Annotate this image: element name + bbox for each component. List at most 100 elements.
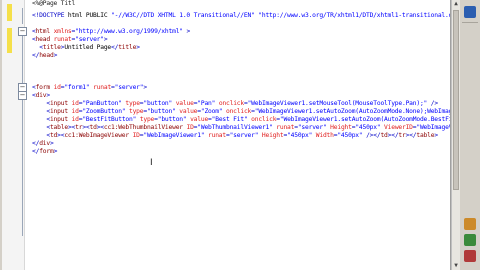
code-line[interactable]: </form> [32,148,57,156]
outline-line [22,8,23,24]
code-token: "Best Fit" [211,116,248,123]
code-token: "button" [157,116,187,123]
code-token: table [49,124,68,131]
editor-gutter: − − − [2,0,27,270]
code-token: "450px" [287,132,313,139]
code-token: runat [208,132,226,139]
code-token: "Zoom" [200,108,223,115]
code-editor[interactable]: − − − <%@Page Titl <!DOCTYPE html PUBLIC … [2,0,451,270]
code-token: "server" [229,132,259,139]
code-token: >< [82,124,90,131]
side-toolbar [460,0,480,270]
code-token: "http://www.w3.org/TR/xhtml1/DTD/xhtml1-… [258,12,451,19]
code-token: > [49,140,54,147]
code-token: "-//W3C//DTD XHTML 1.0 Transitional//EN" [111,12,255,19]
code-token: ></ [387,132,399,139]
code-token: "WebImageViewer1.setMouseTool(MouseToolT… [247,100,428,107]
code-line[interactable]: <title>Untitled Page</title> [32,44,140,52]
code-token: "button" [146,108,176,115]
code-token: input [49,116,68,123]
code-token: xmlns [53,28,72,35]
code-line[interactable]: <td><cc1:WebImageViewer ID="WebImageView… [32,132,438,140]
code-token: > [143,84,147,91]
code-token: "form1" [64,84,90,91]
code-line[interactable]: <input id="PanButton" type="button" valu… [32,100,438,108]
scroll-up-icon[interactable] [464,6,476,18]
collapse-div-icon[interactable]: − [18,91,27,100]
scroll-up-arrow-icon[interactable]: ▲ [452,0,460,8]
code-token: "ZoomButton" [82,108,126,115]
code-token: "WebImageViewer1.setAutoZoom(AutoZoomMod… [279,116,451,123]
code-token: "Pan" [197,100,216,107]
scroll-down-arrow-icon[interactable]: ▼ [452,262,460,270]
code-token: id [71,108,79,115]
outline-line [22,36,23,236]
code-token: type [129,108,144,115]
code-token: td [380,132,388,139]
code-line[interactable]: <%@Page Titl [32,0,75,8]
code-token: "server" [114,84,144,91]
code-token: "WebImageViewer1" [143,132,205,139]
code-token: <!DOCTYPE [32,12,65,19]
code-token: title [42,44,61,51]
code-token: > [53,148,58,155]
code-token: > [53,52,58,59]
code-token: head [39,52,54,59]
code-token: "server" [297,124,327,131]
code-token: "button" [143,100,173,107]
code-line[interactable]: <!DOCTYPE html PUBLIC "-//W3C//DTD XHTML… [32,12,451,20]
code-token: id [71,100,79,107]
toolbox-icon[interactable] [464,234,476,246]
code-token: onclick [251,116,277,123]
code-token: <%@Page Titl [32,0,76,7]
code-token: input [49,108,68,115]
code-token: head [35,36,51,43]
code-token: ></ [405,132,417,139]
code-token: value [175,100,194,107]
code-line[interactable]: </div> [32,140,54,148]
code-token: /></ [366,132,381,139]
code-token: > [103,36,108,43]
code-token: "450px" [355,124,381,131]
code-token: runat [53,36,72,43]
change-marker [7,44,12,53]
code-line[interactable]: </head> [32,52,57,60]
scroll-thumb[interactable] [453,10,459,190]
code-line[interactable]: <html xmlns="http://www.w3.org/1999/xhtm… [32,28,190,36]
code-token: ViewerID [384,124,413,131]
code-token: html PUBLIC [64,12,112,19]
code-token: id [71,116,79,123]
properties-icon[interactable] [464,218,476,230]
code-line[interactable]: <input id="BestFitButton" type="button" … [32,116,451,124]
code-line[interactable]: <div> [32,92,50,100]
code-token: div [39,140,50,147]
code-token: > [434,132,438,139]
code-token: table [416,132,435,139]
code-token: onclick [218,100,244,107]
change-marker [7,12,12,21]
code-token: ID [186,124,194,131]
vertical-scrollbar[interactable]: ▲ ▼ [451,0,460,270]
code-token: title [118,44,137,51]
code-token: form [35,84,51,91]
code-token: > [136,44,140,51]
code-line[interactable]: <head runat="server"> [32,36,108,44]
code-token: Width [315,132,334,139]
code-line[interactable]: <table><tr><td><cc1:WebThumbnailViewer I… [32,124,450,132]
server-explorer-icon[interactable] [464,250,476,262]
code-token: id [53,84,61,91]
code-token: "450px" [337,132,363,139]
code-line[interactable]: <input id="ZoomButton" type="button" val… [32,108,451,116]
code-token: "WebImageViewer1.setAutoZoom(AutoZoomMod… [254,108,451,115]
code-token: td [89,124,97,131]
code-token: "server" [75,36,104,43]
collapse-html-icon[interactable]: − [18,27,27,36]
code-token: tr [398,132,406,139]
code-token: ID [132,132,140,139]
code-line[interactable]: <form id="form1" runat="server"> [32,84,147,92]
code-token: form [39,148,54,155]
